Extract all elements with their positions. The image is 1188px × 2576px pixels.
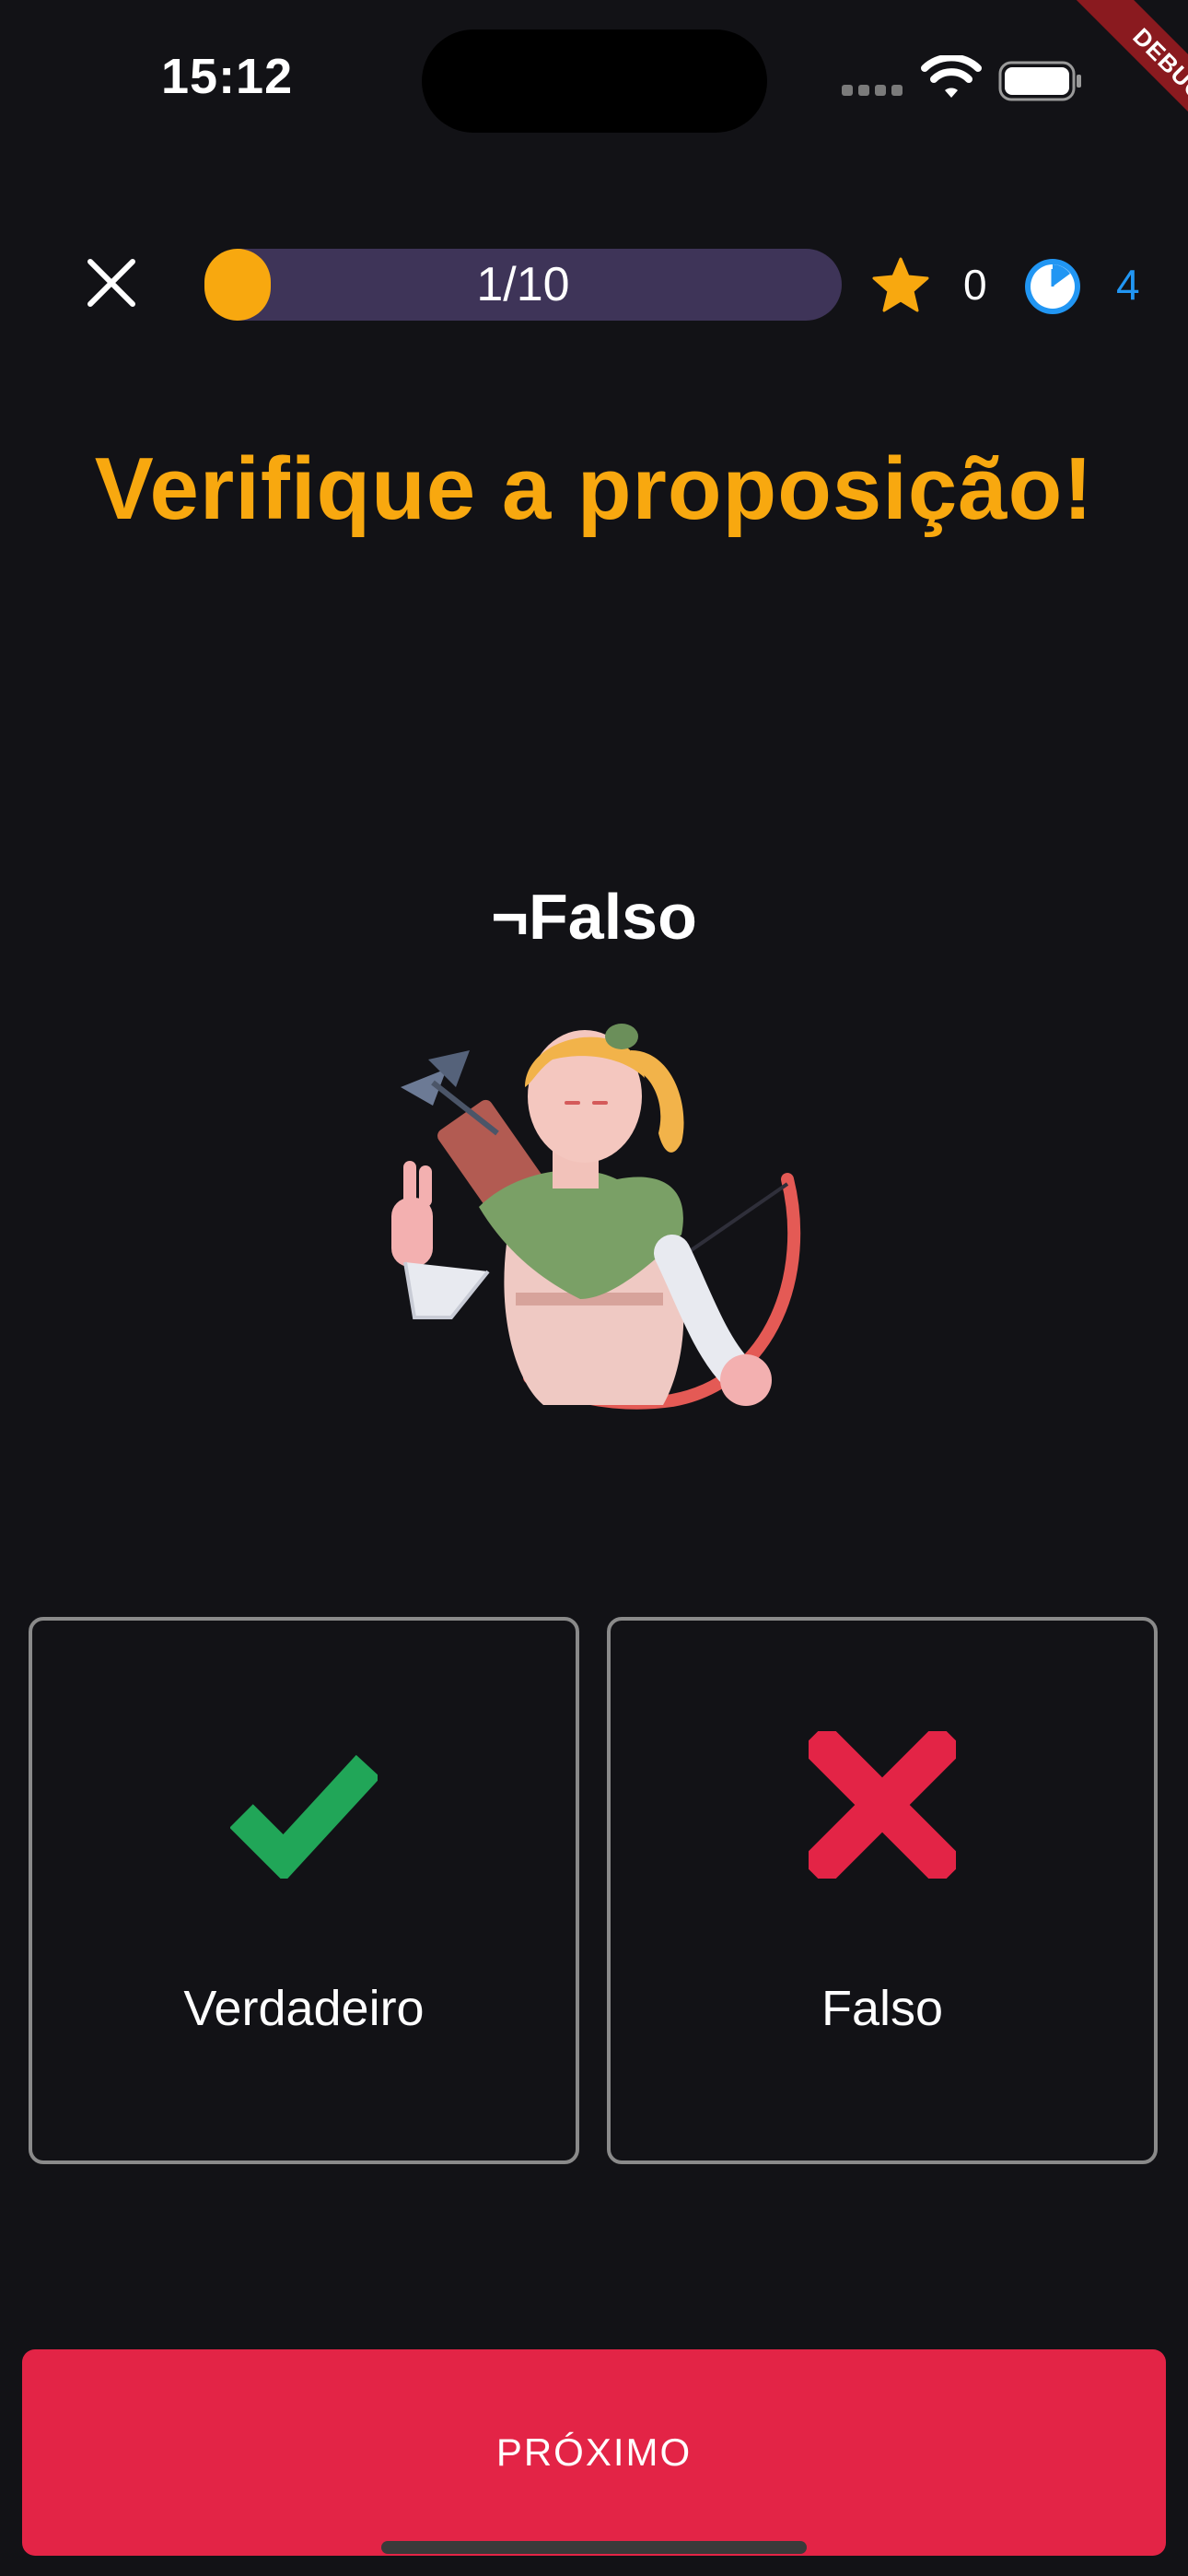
page-title: Verifique a proposição! xyxy=(94,439,1094,538)
cellular-signal-icon xyxy=(842,85,904,96)
close-icon[interactable] xyxy=(81,252,142,313)
star-count: 0 xyxy=(963,261,987,309)
answer-true-card[interactable]: Verdadeiro xyxy=(29,1617,579,2164)
answer-false-card[interactable]: Falso xyxy=(607,1617,1158,2164)
wifi-icon xyxy=(921,55,982,98)
cross-icon xyxy=(809,1731,956,1879)
next-button[interactable]: PRÓXIMO xyxy=(22,2349,1166,2556)
check-icon xyxy=(230,1754,378,1879)
debug-banner-label: DEBUG xyxy=(1064,0,1188,166)
timer-icon xyxy=(1025,259,1080,314)
debug-banner: DEBUG xyxy=(1022,0,1188,166)
star-icon xyxy=(872,257,929,312)
archer-character-illustration xyxy=(391,1024,801,1410)
answer-false-label: Falso xyxy=(821,1981,944,2036)
dynamic-island xyxy=(422,29,767,133)
progress-label: 1/10 xyxy=(476,258,570,311)
answer-true-label: Verdadeiro xyxy=(183,1981,425,2036)
proposition-text: ¬Falso xyxy=(491,881,697,953)
timer-count: 4 xyxy=(1116,261,1140,309)
status-time: 15:12 xyxy=(161,49,294,104)
home-indicator[interactable] xyxy=(381,2541,807,2554)
